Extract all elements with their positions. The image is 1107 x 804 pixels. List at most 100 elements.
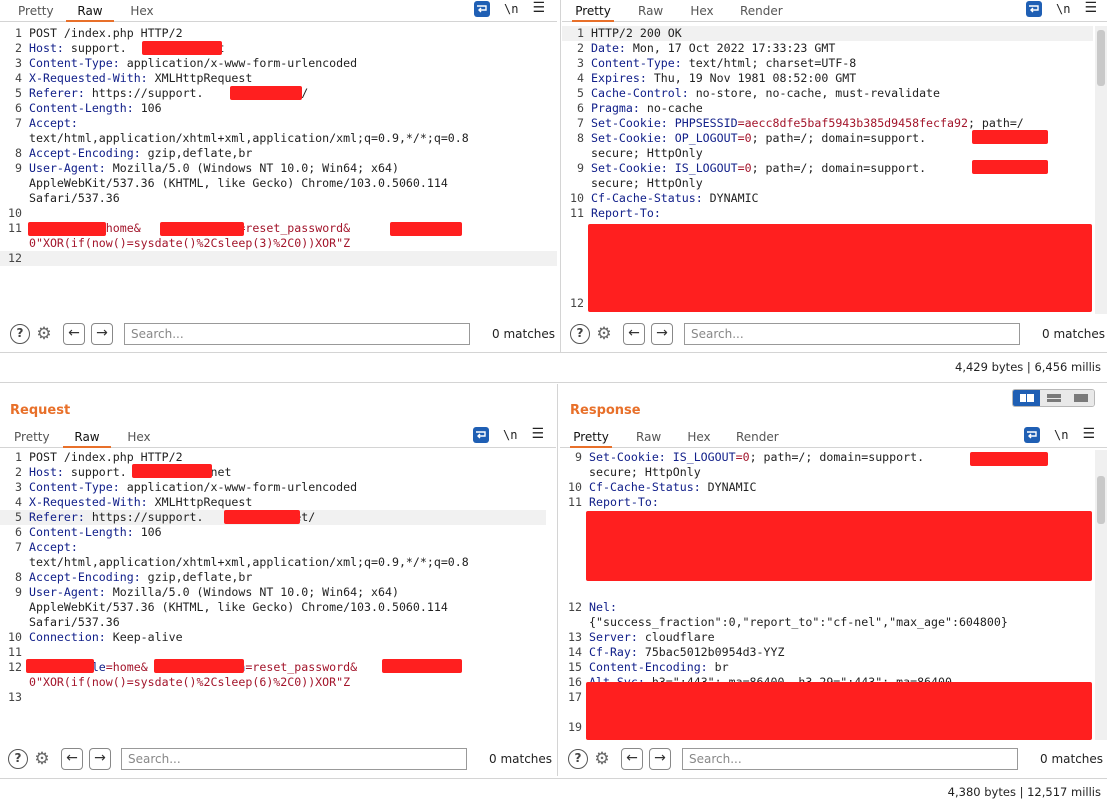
line-text: text/html,application/xhtml+xml,applicat… bbox=[29, 131, 469, 146]
tab-raw[interactable]: Raw bbox=[638, 4, 663, 18]
code-token: ; path=/ bbox=[967, 116, 1024, 130]
line-number: 3 bbox=[577, 56, 584, 70]
bottom-response-pane: Response Pretty Raw Hex Render \n ☰ 9 Set… bbox=[560, 384, 1107, 776]
help-icon[interactable]: ? bbox=[568, 749, 588, 769]
tab-raw[interactable]: Raw bbox=[63, 430, 111, 448]
tab-hex[interactable]: Hex bbox=[130, 4, 154, 18]
side-by-side-layout-icon[interactable] bbox=[1013, 390, 1040, 406]
redaction bbox=[390, 222, 462, 236]
line-number: 5 bbox=[15, 86, 22, 100]
code-token: 106 bbox=[140, 525, 162, 539]
code-token: Host: bbox=[29, 41, 71, 55]
settings-icon[interactable]: ⚙ bbox=[34, 324, 54, 344]
code-line: 1 POST /index.php HTTP/2 bbox=[0, 26, 557, 41]
next-match-button[interactable]: → bbox=[649, 748, 671, 770]
line-number: 8 bbox=[15, 146, 22, 160]
line-number: 16 bbox=[568, 675, 582, 689]
code-line: 5 Cache-Control: no-store, no-cache, must… bbox=[562, 86, 1093, 101]
settings-icon[interactable]: ⚙ bbox=[32, 749, 52, 769]
newline-icon[interactable]: \n bbox=[1056, 1, 1070, 17]
pane-divider[interactable] bbox=[560, 0, 561, 352]
newline-icon[interactable]: \n bbox=[503, 427, 517, 443]
tab-pretty[interactable]: Pretty bbox=[14, 430, 50, 444]
wrap-icon[interactable] bbox=[1023, 427, 1040, 443]
newline-icon[interactable]: \n bbox=[1054, 427, 1068, 443]
next-match-button[interactable]: → bbox=[91, 323, 113, 345]
code-line: 6 Pragma: no-cache bbox=[562, 101, 1093, 116]
prev-match-button[interactable]: ← bbox=[621, 748, 643, 770]
stacked-layout-icon[interactable] bbox=[1040, 390, 1067, 406]
code-line: text/html,application/xhtml+xml,applicat… bbox=[0, 131, 557, 146]
search-input[interactable]: Search... bbox=[124, 323, 470, 345]
code-line: 10 bbox=[0, 206, 557, 221]
newline-icon[interactable]: \n bbox=[504, 1, 518, 17]
code-line: 9 User-Agent: Mozilla/5.0 (Windows NT 10.… bbox=[0, 585, 546, 600]
line-text: Expires: Thu, 19 Nov 1981 08:52:00 GMT bbox=[591, 71, 856, 86]
prev-match-button[interactable]: ← bbox=[623, 323, 645, 345]
top-request-editor[interactable]: 1POST /index.php HTTP/22Host: support. n… bbox=[0, 26, 557, 316]
line-text: {"success_fraction":0,"report_to":"cf-ne… bbox=[589, 615, 1008, 630]
wrap-icon[interactable] bbox=[1025, 1, 1042, 17]
code-line: 8 Accept-Encoding: gzip,deflate,br bbox=[0, 146, 557, 161]
help-icon[interactable]: ? bbox=[10, 324, 30, 344]
tabs-layout-icon[interactable] bbox=[1067, 390, 1094, 406]
line-text: Report-To: bbox=[591, 206, 668, 221]
bottom-request-editor[interactable]: 1 POST /index.php HTTP/2 2 Host: support. .… bbox=[0, 450, 546, 740]
vertical-scrollbar[interactable] bbox=[1095, 26, 1107, 314]
tab-render[interactable]: Render bbox=[736, 430, 779, 444]
code-line: 3 Content-Type: text/html; charset=UTF-8 bbox=[562, 56, 1093, 71]
line-text: Accept: bbox=[29, 540, 85, 555]
wrap-icon[interactable] bbox=[472, 427, 489, 443]
tab-raw[interactable]: Raw bbox=[66, 4, 114, 22]
search-input[interactable]: Search... bbox=[684, 323, 1020, 345]
top-response-tabbar: Pretty Raw Hex Render \n ☰ bbox=[562, 0, 1107, 22]
code-line: 2Host: support. net bbox=[0, 41, 557, 56]
code-token: =0 bbox=[737, 161, 752, 175]
code-line: text/html,application/xhtml+xml,applicat… bbox=[0, 555, 546, 570]
code-token: Set-Cookie: bbox=[589, 450, 673, 464]
code-token: Content-Encoding: bbox=[589, 660, 715, 674]
settings-icon[interactable]: ⚙ bbox=[594, 324, 614, 344]
code-line: 4 Expires: Thu, 19 Nov 1981 08:52:00 GMT bbox=[562, 71, 1093, 86]
prev-match-button[interactable]: ← bbox=[63, 323, 85, 345]
tab-raw[interactable]: Raw bbox=[636, 430, 661, 444]
next-match-button[interactable]: → bbox=[89, 748, 111, 770]
line-number: 6 bbox=[577, 101, 584, 115]
tab-hex[interactable]: Hex bbox=[690, 4, 714, 18]
tab-pretty[interactable]: Pretty bbox=[570, 430, 612, 448]
search-input[interactable]: Search... bbox=[121, 748, 467, 770]
code-token: IS_LOGOUT bbox=[674, 161, 738, 175]
search-footer: ? ⚙ ← → Search... 0 matches bbox=[0, 320, 557, 350]
code-token: Server: bbox=[589, 630, 645, 644]
code-token: =reset_password& bbox=[238, 221, 351, 235]
code-line: 3 Content-Type: application/x-www-form-ur… bbox=[0, 56, 557, 71]
menu-icon[interactable]: ☰ bbox=[1082, 427, 1095, 443]
redaction bbox=[160, 222, 244, 236]
code-token: Cf-Ray: bbox=[589, 645, 645, 659]
menu-icon[interactable]: ☰ bbox=[1084, 1, 1097, 17]
menu-icon[interactable]: ☰ bbox=[532, 1, 545, 17]
tab-hex[interactable]: Hex bbox=[127, 430, 151, 444]
line-number: 6 bbox=[15, 101, 22, 115]
line-number: 4 bbox=[577, 71, 584, 85]
tab-render[interactable]: Render bbox=[740, 4, 783, 18]
code-token: Nel: bbox=[589, 600, 624, 614]
tab-hex[interactable]: Hex bbox=[687, 430, 711, 444]
prev-match-button[interactable]: ← bbox=[61, 748, 83, 770]
settings-icon[interactable]: ⚙ bbox=[592, 749, 612, 769]
menu-icon[interactable]: ☰ bbox=[531, 427, 544, 443]
pane-divider[interactable] bbox=[557, 384, 558, 776]
wrap-icon[interactable] bbox=[473, 1, 490, 17]
code-token: Content-Type: bbox=[29, 480, 127, 494]
tab-pretty[interactable]: Pretty bbox=[18, 4, 54, 18]
tab-pretty[interactable]: Pretty bbox=[572, 4, 614, 22]
code-token: 0"XOR(if(now()=sysdate()%2Csleep(6)%2C0)… bbox=[29, 675, 351, 689]
help-icon[interactable]: ? bbox=[8, 749, 28, 769]
redaction bbox=[588, 224, 1092, 312]
help-icon[interactable]: ? bbox=[570, 324, 590, 344]
vertical-scrollbar[interactable] bbox=[1095, 450, 1107, 740]
line-number: 14 bbox=[568, 645, 582, 659]
next-match-button[interactable]: → bbox=[651, 323, 673, 345]
top-request-pane: Pretty Raw Hex \n ☰ 1 POST /index.php HTT… bbox=[0, 0, 557, 352]
search-input[interactable]: Search... bbox=[682, 748, 1018, 770]
